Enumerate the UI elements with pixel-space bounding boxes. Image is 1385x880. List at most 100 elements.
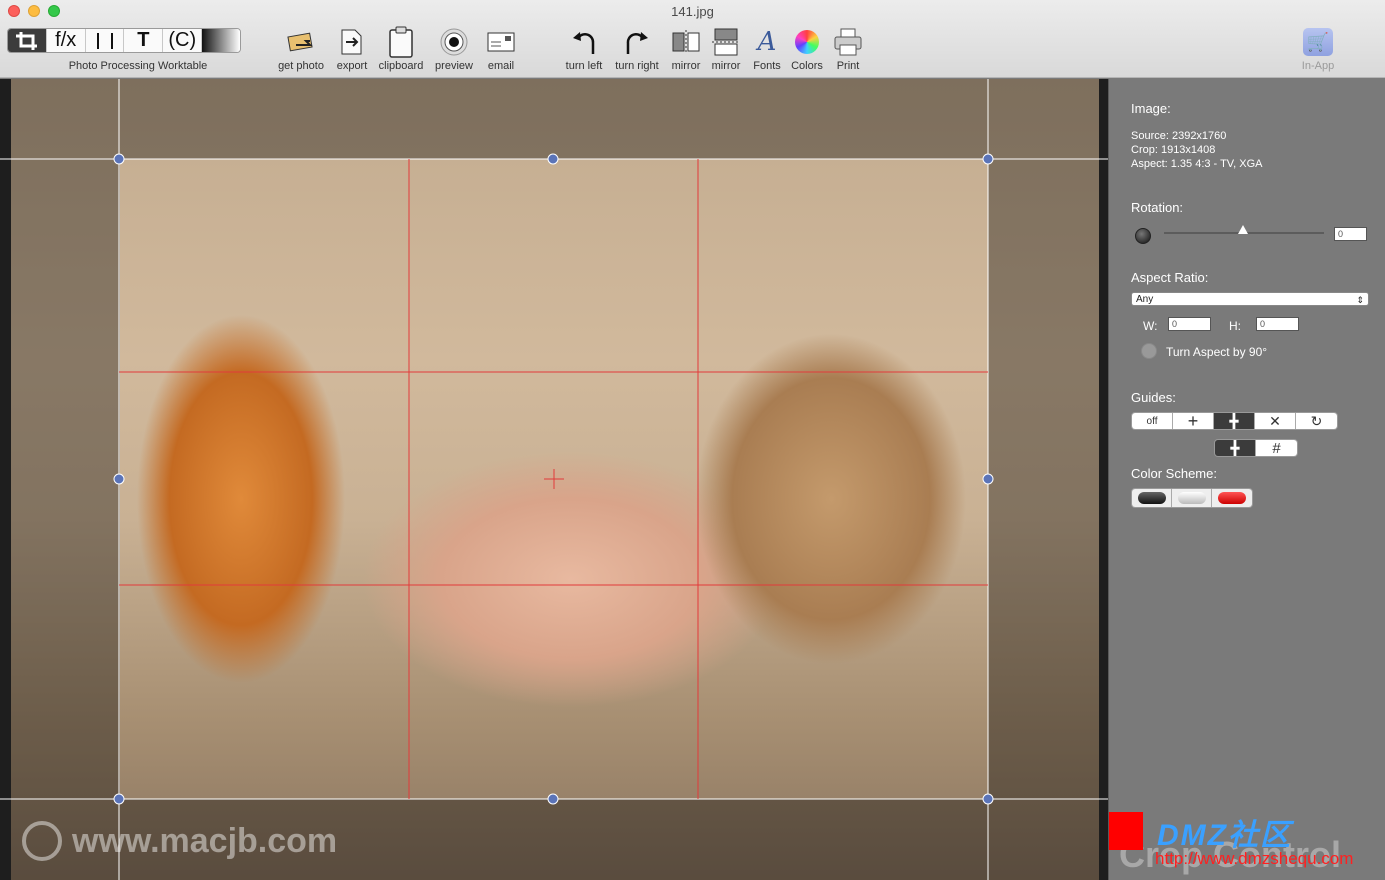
macjb-watermark: www.macjb.com bbox=[22, 821, 337, 861]
rotation-slider-thumb[interactable] bbox=[1238, 225, 1248, 234]
in-app-button[interactable]: 🛒 In-App bbox=[1288, 24, 1348, 76]
turn-right-label: turn right bbox=[615, 60, 659, 72]
diagonal-guide-icon: ✕ bbox=[1269, 412, 1281, 429]
select-arrows-icon: ⇕ bbox=[1356, 295, 1364, 305]
aspect-info: Aspect: 1.35 4:3 - TV, XGA bbox=[1131, 158, 1263, 170]
guides-off-label: off bbox=[1146, 415, 1158, 427]
gradient-segment[interactable] bbox=[202, 29, 240, 52]
toolbar: 141.jpg f/x T (C) Photo Processing Workt… bbox=[0, 0, 1385, 78]
spiral-guide-icon: ↻ bbox=[1310, 412, 1323, 429]
golden-guide-icon: ╋ bbox=[1230, 439, 1240, 456]
rotation-heading: Rotation: bbox=[1131, 200, 1184, 215]
dmz-watermark-url: http://www.dmzshequ.com bbox=[1155, 849, 1354, 868]
crop-icon bbox=[15, 31, 37, 50]
width-input[interactable]: 0 bbox=[1168, 317, 1211, 331]
text-segment-label: T bbox=[137, 29, 150, 51]
guides-heading: Guides: bbox=[1131, 390, 1176, 405]
macjb-logo-icon bbox=[22, 821, 62, 861]
rotate-left-icon bbox=[573, 32, 595, 54]
text-segment[interactable]: T bbox=[124, 29, 164, 52]
cross-guide-icon: + bbox=[1187, 412, 1199, 430]
dmz-watermark: DMZ社区 http://www.dmzshequ.com bbox=[1109, 810, 1385, 868]
scheme-light-button[interactable] bbox=[1172, 489, 1212, 507]
guides-diagonal-button[interactable]: ✕ bbox=[1255, 413, 1296, 429]
adjust-segment[interactable] bbox=[86, 29, 125, 52]
thirds-guide-icon: ╋ bbox=[1229, 412, 1239, 429]
crop-handle-bottom[interactable] bbox=[547, 793, 559, 805]
image-heading: Image: bbox=[1131, 101, 1171, 116]
envelope-icon bbox=[487, 32, 515, 52]
aspect-ratio-value: Any bbox=[1136, 294, 1154, 305]
crop-handle-bottom-left[interactable] bbox=[113, 793, 125, 805]
color-wheel-icon bbox=[795, 30, 819, 54]
crop-tool-segment[interactable] bbox=[8, 29, 47, 52]
crop-handle-top-left[interactable] bbox=[113, 153, 125, 165]
cart-icon: 🛒 bbox=[1303, 28, 1333, 56]
guides-spiral-button[interactable]: ↻ bbox=[1296, 413, 1337, 429]
export-label: export bbox=[336, 60, 368, 72]
font-icon: A bbox=[757, 27, 777, 57]
turn-aspect-label: Turn Aspect by 90° bbox=[1166, 345, 1268, 359]
copyright-segment-label: (C) bbox=[168, 29, 197, 51]
crop-handle-left[interactable] bbox=[113, 473, 125, 485]
height-input[interactable]: 0 bbox=[1256, 317, 1299, 331]
width-label: W: bbox=[1143, 319, 1158, 333]
crop-handle-top-right[interactable] bbox=[982, 153, 994, 165]
in-app-label: In-App bbox=[1301, 60, 1335, 72]
guides-grid-button[interactable]: # bbox=[1256, 440, 1297, 456]
bars-icon bbox=[96, 32, 113, 49]
rotate-right-icon bbox=[626, 32, 648, 54]
guides-off-button[interactable]: off bbox=[1132, 413, 1173, 429]
turn-left-label: turn left bbox=[565, 60, 603, 72]
source-size: Source: 2392x1760 bbox=[1131, 130, 1227, 142]
guides-segmented-control: off + ╋ ✕ ↻ bbox=[1131, 412, 1338, 430]
color-scheme-control bbox=[1131, 488, 1253, 508]
scheme-red-button[interactable] bbox=[1212, 489, 1252, 507]
print-button[interactable]: Print bbox=[818, 24, 878, 76]
inspector-panel: Image: Source: 2392x1760 Crop: 1913x1408… bbox=[1108, 79, 1385, 880]
guides-grid-control: ╋ # bbox=[1214, 439, 1298, 457]
center-crosshair bbox=[544, 469, 564, 489]
aspect-ratio-select[interactable]: Any ⇕ bbox=[1131, 292, 1369, 306]
copyright-segment[interactable]: (C) bbox=[163, 29, 203, 52]
guides-golden-button[interactable]: ╋ bbox=[1215, 440, 1256, 456]
light-swatch-icon bbox=[1177, 492, 1206, 504]
clipboard-icon bbox=[389, 26, 413, 58]
get-photo-icon bbox=[287, 32, 313, 52]
clipboard-button[interactable]: clipboard bbox=[371, 24, 431, 76]
scheme-dark-button[interactable] bbox=[1132, 489, 1172, 507]
print-label: Print bbox=[836, 60, 860, 72]
color-scheme-heading: Color Scheme: bbox=[1131, 466, 1217, 481]
effects-segment-label: f/x bbox=[55, 29, 77, 51]
crop-overlay bbox=[0, 79, 1108, 880]
window-title: 141.jpg bbox=[671, 4, 714, 19]
worktable-segmented-control: f/x T (C) bbox=[7, 28, 241, 53]
crop-size: Crop: 1913x1408 bbox=[1131, 144, 1216, 156]
dmz-logo-icon bbox=[1109, 812, 1143, 850]
photo-canvas[interactable]: www.macjb.com bbox=[0, 79, 1108, 880]
turn-aspect-radio[interactable] bbox=[1141, 343, 1157, 359]
turn-left-button[interactable]: turn left bbox=[554, 24, 614, 76]
crop-handle-bottom-right[interactable] bbox=[982, 793, 994, 805]
effects-segment[interactable]: f/x bbox=[47, 29, 86, 52]
crop-handle-right[interactable] bbox=[982, 473, 994, 485]
preview-label: preview bbox=[435, 60, 473, 72]
email-button[interactable]: email bbox=[471, 24, 531, 76]
macjb-watermark-text: www.macjb.com bbox=[72, 821, 338, 860]
crop-handle-top[interactable] bbox=[547, 153, 559, 165]
clipboard-label: clipboard bbox=[378, 60, 424, 72]
rotation-reset-knob[interactable] bbox=[1135, 228, 1151, 244]
grid-guide-icon: # bbox=[1272, 439, 1281, 457]
worktable-label: Photo Processing Worktable bbox=[68, 60, 208, 72]
dark-swatch-icon bbox=[1137, 492, 1166, 504]
export-icon bbox=[341, 29, 362, 55]
aspect-ratio-heading: Aspect Ratio: bbox=[1131, 270, 1209, 285]
height-label: H: bbox=[1229, 319, 1241, 333]
red-swatch-icon bbox=[1218, 492, 1246, 504]
email-label: email bbox=[487, 60, 515, 72]
printer-icon bbox=[834, 28, 862, 56]
rotation-input[interactable]: 0 bbox=[1334, 227, 1367, 241]
guides-cross-button[interactable]: + bbox=[1173, 413, 1214, 429]
eye-icon bbox=[440, 28, 468, 56]
guides-thirds-button[interactable]: ╋ bbox=[1214, 413, 1255, 429]
